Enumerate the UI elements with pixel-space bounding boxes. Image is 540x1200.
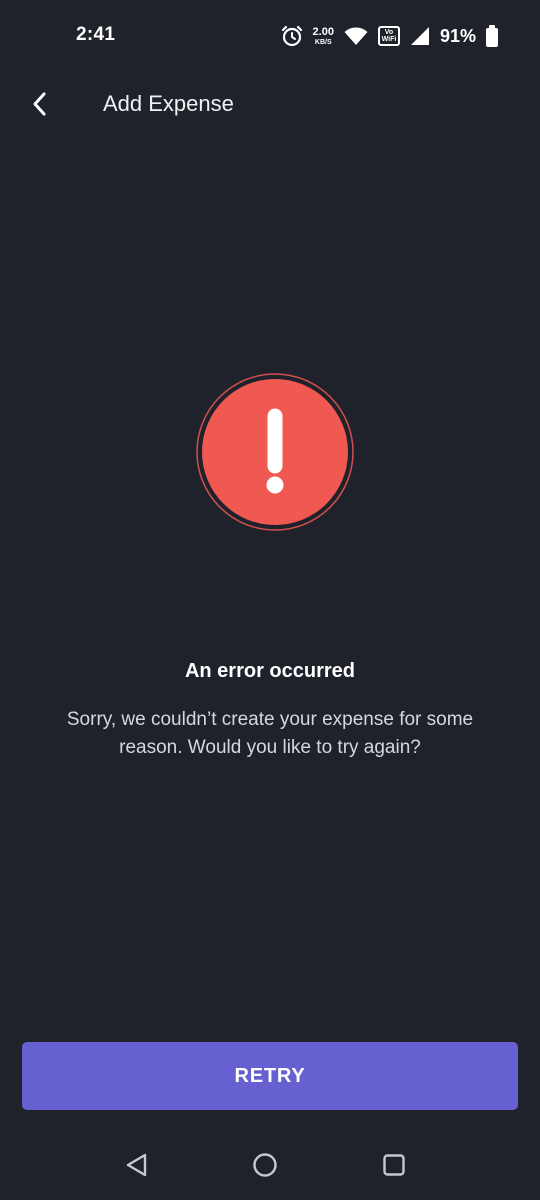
vowifi-top: Vo (384, 29, 394, 36)
system-nav-bar (0, 1130, 540, 1200)
page-title: Add Expense (103, 91, 234, 116)
error-message: Sorry, we couldn’t create your expense f… (66, 709, 474, 758)
vowifi-bottom: WiFi (381, 36, 397, 43)
back-triangle-icon (126, 1153, 147, 1177)
error-title: An error occurred (184, 660, 356, 682)
wifi-icon (344, 27, 368, 46)
chevron-left-icon (33, 92, 46, 116)
home-circle-icon (253, 1153, 277, 1177)
error-exclamation-icon (196, 373, 354, 531)
network-speed-unit: KB/S (314, 38, 332, 46)
network-speed-value: 2.00 (312, 25, 334, 38)
nav-recents-button[interactable] (377, 1148, 411, 1182)
status-time: 2:41 (76, 24, 116, 45)
battery-icon (486, 25, 498, 47)
nav-home-button[interactable] (248, 1148, 282, 1182)
battery-percent: 91% (439, 25, 476, 46)
alarm-icon (281, 25, 302, 47)
status-bar: 2:41 2.00 KB/S Vo WiFi 91% (0, 0, 540, 72)
cellular-signal-icon (410, 27, 429, 45)
status-icons: 2.00 KB/S Vo WiFi 91% (271, 22, 498, 50)
back-button[interactable] (20, 84, 60, 124)
recents-square-icon (383, 1154, 405, 1176)
retry-button[interactable]: RETRY (22, 1042, 518, 1110)
vowifi-icon: Vo WiFi (377, 26, 400, 46)
network-speed: 2.00 KB/S (312, 25, 334, 46)
app-bar: Add Expense (0, 72, 540, 136)
nav-back-button[interactable] (120, 1148, 154, 1182)
